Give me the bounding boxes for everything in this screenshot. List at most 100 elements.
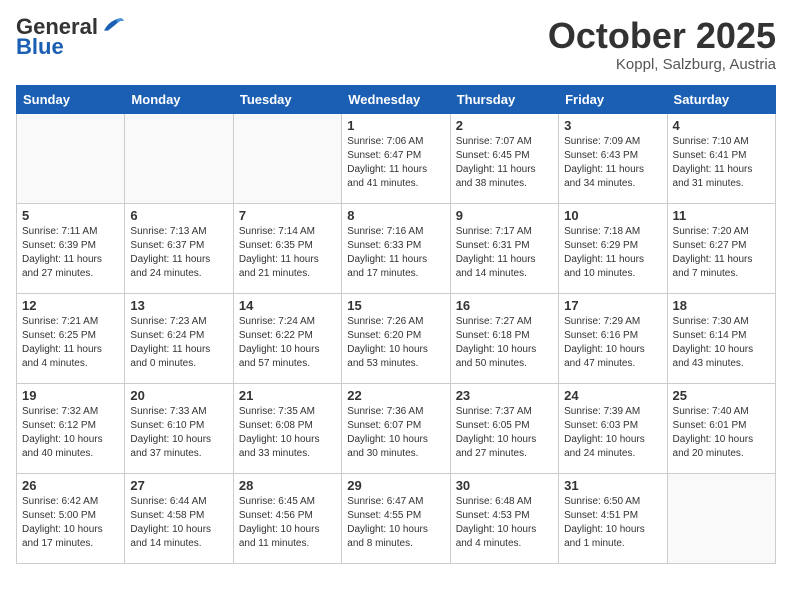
calendar-cell: 15 Sunrise: 7:26 AM Sunset: 6:20 PM Dayli… — [342, 293, 450, 383]
calendar-cell: 7Sunrise: 7:14 AM Sunset: 6:35 PM Daylig… — [233, 203, 341, 293]
day-info: Sunrise: 6:42 AM Sunset: 5:00 PM Dayligh… — [22, 495, 119, 551]
day-number: 20 — [130, 388, 227, 403]
week-row-2: 5 Sunrise: 7:11 AM Sunset: 6:39 PM Daylig… — [17, 203, 776, 293]
day-number: 6 — [130, 208, 227, 223]
day-number: 31 — [564, 478, 661, 493]
calendar-cell: 12 Sunrise: 7:21 AM Sunset: 6:25 PM Dayli… — [17, 293, 125, 383]
calendar-cell: 5 Sunrise: 7:11 AM Sunset: 6:39 PM Daylig… — [17, 203, 125, 293]
day-number: 1 — [347, 118, 444, 133]
column-header-sunday: Sunday — [17, 85, 125, 113]
day-info: Sunrise: 7:10 AM Sunset: 6:41 PM Dayligh… — [673, 135, 770, 191]
day-info: Sunrise: 7:06 AM Sunset: 6:47 PM Dayligh… — [347, 135, 444, 191]
column-header-monday: Monday — [125, 85, 233, 113]
day-number: 23 — [456, 388, 553, 403]
calendar-cell: 4 Sunrise: 7:10 AM Sunset: 6:41 PM Daylig… — [667, 113, 775, 203]
day-info: Sunrise: 7:26 AM Sunset: 6:20 PM Dayligh… — [347, 315, 444, 371]
calendar-cell: 14 Sunrise: 7:24 AM Sunset: 6:22 PM Dayli… — [233, 293, 341, 383]
day-number: 4 — [673, 118, 770, 133]
day-number: 28 — [239, 478, 336, 493]
logo-bird-icon — [100, 15, 124, 35]
calendar-cell: 8 Sunrise: 7:16 AM Sunset: 6:33 PM Daylig… — [342, 203, 450, 293]
day-number: 14 — [239, 298, 336, 313]
week-row-4: 19 Sunrise: 7:32 AM Sunset: 6:12 PM Dayli… — [17, 383, 776, 473]
day-number: 29 — [347, 478, 444, 493]
day-info: Sunrise: 7:07 AM Sunset: 6:45 PM Dayligh… — [456, 135, 553, 191]
calendar-cell: 27 Sunrise: 6:44 AM Sunset: 4:58 PM Dayli… — [125, 473, 233, 563]
calendar-header-row: SundayMondayTuesdayWednesdayThursdayFrid… — [17, 85, 776, 113]
day-number: 30 — [456, 478, 553, 493]
calendar-cell: 25 Sunrise: 7:40 AM Sunset: 6:01 PM Dayli… — [667, 383, 775, 473]
day-info: Sunrise: 7:39 AM Sunset: 6:03 PM Dayligh… — [564, 405, 661, 461]
logo: General Blue — [16, 16, 124, 60]
calendar-cell: 23 Sunrise: 7:37 AM Sunset: 6:05 PM Dayli… — [450, 383, 558, 473]
calendar-cell — [125, 113, 233, 203]
calendar-cell: 22Sunrise: 7:36 AM Sunset: 6:07 PM Dayli… — [342, 383, 450, 473]
week-row-3: 12 Sunrise: 7:21 AM Sunset: 6:25 PM Dayli… — [17, 293, 776, 383]
calendar-cell: 17 Sunrise: 7:29 AM Sunset: 6:16 PM Dayli… — [559, 293, 667, 383]
day-number: 13 — [130, 298, 227, 313]
page-header: General Blue October 2025 Koppl, Salzbur… — [16, 16, 776, 73]
calendar-cell: 28Sunrise: 6:45 AM Sunset: 4:56 PM Dayli… — [233, 473, 341, 563]
day-number: 24 — [564, 388, 661, 403]
column-header-thursday: Thursday — [450, 85, 558, 113]
column-header-tuesday: Tuesday — [233, 85, 341, 113]
day-info: Sunrise: 7:33 AM Sunset: 6:10 PM Dayligh… — [130, 405, 227, 461]
day-number: 22 — [347, 388, 444, 403]
calendar-cell: 19 Sunrise: 7:32 AM Sunset: 6:12 PM Dayli… — [17, 383, 125, 473]
day-info: Sunrise: 7:40 AM Sunset: 6:01 PM Dayligh… — [673, 405, 770, 461]
day-info: Sunrise: 7:09 AM Sunset: 6:43 PM Dayligh… — [564, 135, 661, 191]
day-number: 10 — [564, 208, 661, 223]
day-info: Sunrise: 7:32 AM Sunset: 6:12 PM Dayligh… — [22, 405, 119, 461]
calendar-cell: 3 Sunrise: 7:09 AM Sunset: 6:43 PM Daylig… — [559, 113, 667, 203]
day-number: 17 — [564, 298, 661, 313]
day-info: Sunrise: 7:37 AM Sunset: 6:05 PM Dayligh… — [456, 405, 553, 461]
day-number: 8 — [347, 208, 444, 223]
calendar-cell: 18Sunrise: 7:30 AM Sunset: 6:14 PM Dayli… — [667, 293, 775, 383]
day-info: Sunrise: 7:24 AM Sunset: 6:22 PM Dayligh… — [239, 315, 336, 371]
day-number: 19 — [22, 388, 119, 403]
day-number: 15 — [347, 298, 444, 313]
calendar-cell: 16 Sunrise: 7:27 AM Sunset: 6:18 PM Dayli… — [450, 293, 558, 383]
day-info: Sunrise: 7:23 AM Sunset: 6:24 PM Dayligh… — [130, 315, 227, 371]
calendar-cell: 11Sunrise: 7:20 AM Sunset: 6:27 PM Dayli… — [667, 203, 775, 293]
calendar-cell: 30 Sunrise: 6:48 AM Sunset: 4:53 PM Dayli… — [450, 473, 558, 563]
day-number: 5 — [22, 208, 119, 223]
day-number: 12 — [22, 298, 119, 313]
calendar-cell: 29 Sunrise: 6:47 AM Sunset: 4:55 PM Dayli… — [342, 473, 450, 563]
calendar-cell: 2Sunrise: 7:07 AM Sunset: 6:45 PM Daylig… — [450, 113, 558, 203]
day-info: Sunrise: 6:47 AM Sunset: 4:55 PM Dayligh… — [347, 495, 444, 551]
day-info: Sunrise: 7:18 AM Sunset: 6:29 PM Dayligh… — [564, 225, 661, 281]
column-header-saturday: Saturday — [667, 85, 775, 113]
column-header-wednesday: Wednesday — [342, 85, 450, 113]
calendar-cell: 26 Sunrise: 6:42 AM Sunset: 5:00 PM Dayli… — [17, 473, 125, 563]
day-info: Sunrise: 7:35 AM Sunset: 6:08 PM Dayligh… — [239, 405, 336, 461]
day-info: Sunrise: 7:27 AM Sunset: 6:18 PM Dayligh… — [456, 315, 553, 371]
calendar-cell — [667, 473, 775, 563]
calendar-cell: 6Sunrise: 7:13 AM Sunset: 6:37 PM Daylig… — [125, 203, 233, 293]
calendar-cell: 13 Sunrise: 7:23 AM Sunset: 6:24 PM Dayli… — [125, 293, 233, 383]
day-info: Sunrise: 7:21 AM Sunset: 6:25 PM Dayligh… — [22, 315, 119, 371]
calendar-cell: 31Sunrise: 6:50 AM Sunset: 4:51 PM Dayli… — [559, 473, 667, 563]
calendar-cell — [17, 113, 125, 203]
month-title: October 2025 — [548, 16, 776, 56]
day-number: 16 — [456, 298, 553, 313]
day-number: 21 — [239, 388, 336, 403]
calendar-cell: 24 Sunrise: 7:39 AM Sunset: 6:03 PM Dayli… — [559, 383, 667, 473]
day-info: Sunrise: 6:44 AM Sunset: 4:58 PM Dayligh… — [130, 495, 227, 551]
day-number: 26 — [22, 478, 119, 493]
day-info: Sunrise: 7:16 AM Sunset: 6:33 PM Dayligh… — [347, 225, 444, 281]
title-block: October 2025 Koppl, Salzburg, Austria — [548, 16, 776, 73]
day-number: 25 — [673, 388, 770, 403]
day-number: 3 — [564, 118, 661, 133]
day-number: 7 — [239, 208, 336, 223]
calendar-cell: 1 Sunrise: 7:06 AM Sunset: 6:47 PM Daylig… — [342, 113, 450, 203]
day-info: Sunrise: 6:48 AM Sunset: 4:53 PM Dayligh… — [456, 495, 553, 551]
day-number: 27 — [130, 478, 227, 493]
day-info: Sunrise: 7:30 AM Sunset: 6:14 PM Dayligh… — [673, 315, 770, 371]
location-text: Koppl, Salzburg, Austria — [548, 56, 776, 73]
day-info: Sunrise: 7:11 AM Sunset: 6:39 PM Dayligh… — [22, 225, 119, 281]
day-info: Sunrise: 7:29 AM Sunset: 6:16 PM Dayligh… — [564, 315, 661, 371]
day-number: 9 — [456, 208, 553, 223]
column-header-friday: Friday — [559, 85, 667, 113]
week-row-5: 26 Sunrise: 6:42 AM Sunset: 5:00 PM Dayli… — [17, 473, 776, 563]
